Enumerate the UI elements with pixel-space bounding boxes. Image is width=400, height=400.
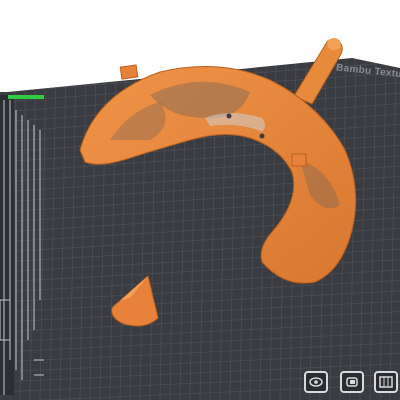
grid-icon: [379, 376, 393, 388]
build-plate-scene[interactable]: [0, 0, 400, 400]
bracket-tab-side: [291, 153, 307, 167]
arrange-button[interactable]: [374, 371, 398, 393]
paint-icon: [346, 377, 358, 387]
view-toolbar: [300, 365, 400, 400]
orient-view-button[interactable]: [304, 371, 328, 393]
bracket-tab-top: [119, 64, 139, 80]
3d-viewport[interactable]: Bambu Textur: [0, 0, 400, 400]
eye-icon: [309, 377, 323, 387]
support-paint-button[interactable]: [340, 371, 364, 393]
